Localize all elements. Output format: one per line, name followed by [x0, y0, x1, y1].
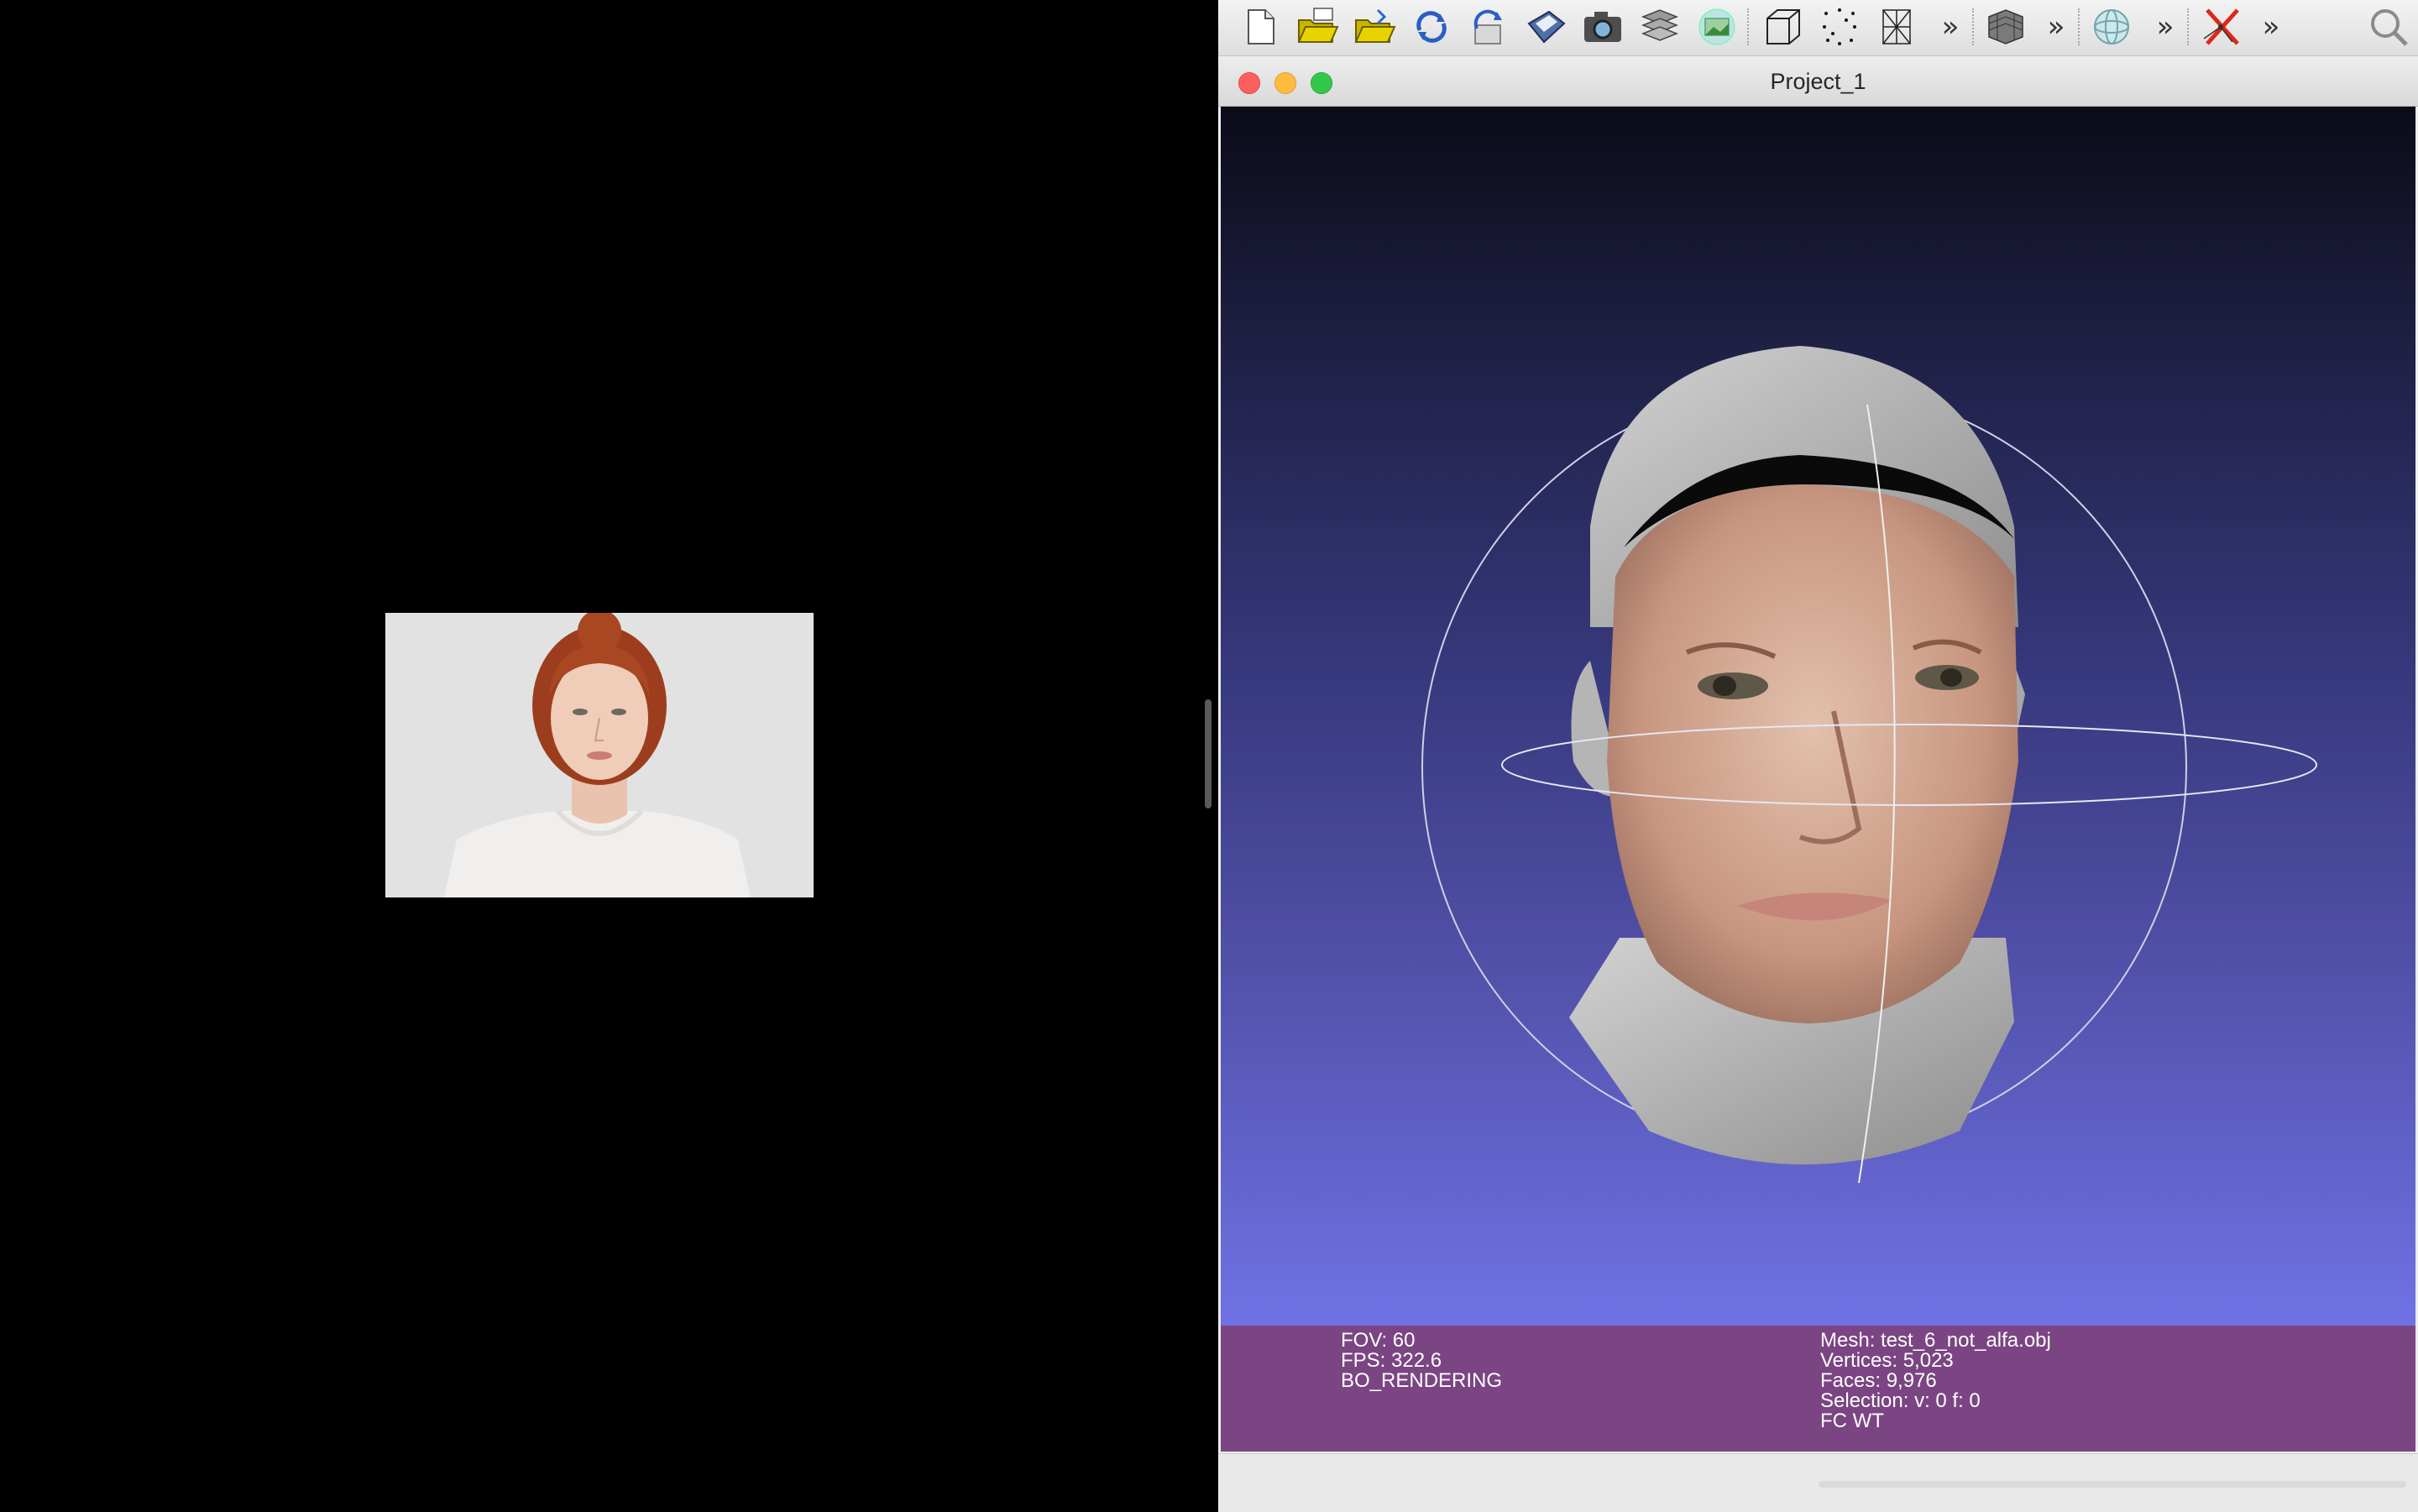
toolbar-overflow-3[interactable]: » — [2142, 3, 2189, 50]
reload-icon[interactable] — [1408, 3, 1455, 50]
document-title-bar: Project_1 — [1218, 56, 2418, 107]
bounding-box-icon[interactable] — [1759, 3, 1806, 50]
layers-icon[interactable] — [1636, 3, 1683, 50]
toolbar-separator — [1972, 8, 1976, 45]
3d-viewport[interactable] — [1221, 107, 2415, 1326]
chevron-double-right-icon: » — [2156, 10, 2175, 44]
vertices-text: Vertices: 5,023 — [1820, 1349, 1954, 1372]
reference-photo — [385, 613, 814, 897]
import-mesh-icon[interactable] — [1351, 3, 1398, 50]
wireframe-icon[interactable] — [1873, 3, 1920, 50]
left-pane — [0, 0, 1218, 1511]
toolbar-overflow-2[interactable]: » — [2033, 3, 2080, 50]
status-bar — [1218, 1453, 2418, 1512]
meshlab-window: » » » » Project_1 FOV: 60 FPS: 322.6 BO_… — [1218, 0, 2418, 1512]
portrait-image — [385, 613, 814, 897]
toolbar-overflow-4[interactable]: » — [2248, 3, 2295, 50]
toolbar-separator — [2187, 8, 2190, 45]
fov-text: FOV: 60 — [1341, 1329, 1416, 1352]
selection-text: Selection: v: 0 f: 0 — [1820, 1389, 1981, 1412]
render-mode-text: BO_RENDERING — [1341, 1369, 1503, 1392]
mesh-face — [1607, 484, 2018, 1023]
new-project-icon[interactable] — [1237, 3, 1284, 50]
search-icon[interactable] — [2365, 3, 2412, 50]
info-overlay: FOV: 60 FPS: 322.6 BO_RENDERING Mesh: te… — [1221, 1326, 2415, 1452]
window-title: Project_1 — [1770, 69, 1866, 94]
snapshot-icon[interactable] — [1579, 3, 1626, 50]
points-icon[interactable] — [1816, 3, 1863, 50]
flags-text: FC WT — [1820, 1410, 1884, 1432]
mesh-name-text: Mesh: test_6_not_alfa.obj — [1820, 1329, 2051, 1352]
faces-text: Faces: 9,976 — [1820, 1369, 1937, 1392]
reload-all-icon[interactable] — [1465, 3, 1512, 50]
trackball-icon[interactable] — [2088, 3, 2135, 50]
toolbar-separator — [1747, 8, 1751, 45]
toolbar-overflow-1[interactable]: » — [1927, 3, 1974, 50]
split-view-divider-handle[interactable] — [1205, 699, 1212, 808]
save-icon[interactable] — [1522, 3, 1569, 50]
flat-lines-icon[interactable] — [1982, 3, 2029, 50]
head-mesh-render — [1421, 346, 2317, 1184]
chevron-double-right-icon: » — [1941, 10, 1960, 44]
chevron-double-right-icon: » — [2262, 10, 2280, 44]
toolbar-separator — [2078, 8, 2081, 45]
raster-icon[interactable] — [1693, 3, 1740, 50]
chevron-double-right-icon: » — [2047, 10, 2065, 44]
fps-text: FPS: 322.6 — [1341, 1349, 1442, 1372]
status-scrollbar[interactable] — [1819, 1481, 2406, 1488]
delete-icon[interactable] — [2197, 3, 2244, 50]
main-toolbar: » » » » — [1218, 0, 2418, 56]
open-project-icon[interactable] — [1294, 3, 1341, 50]
